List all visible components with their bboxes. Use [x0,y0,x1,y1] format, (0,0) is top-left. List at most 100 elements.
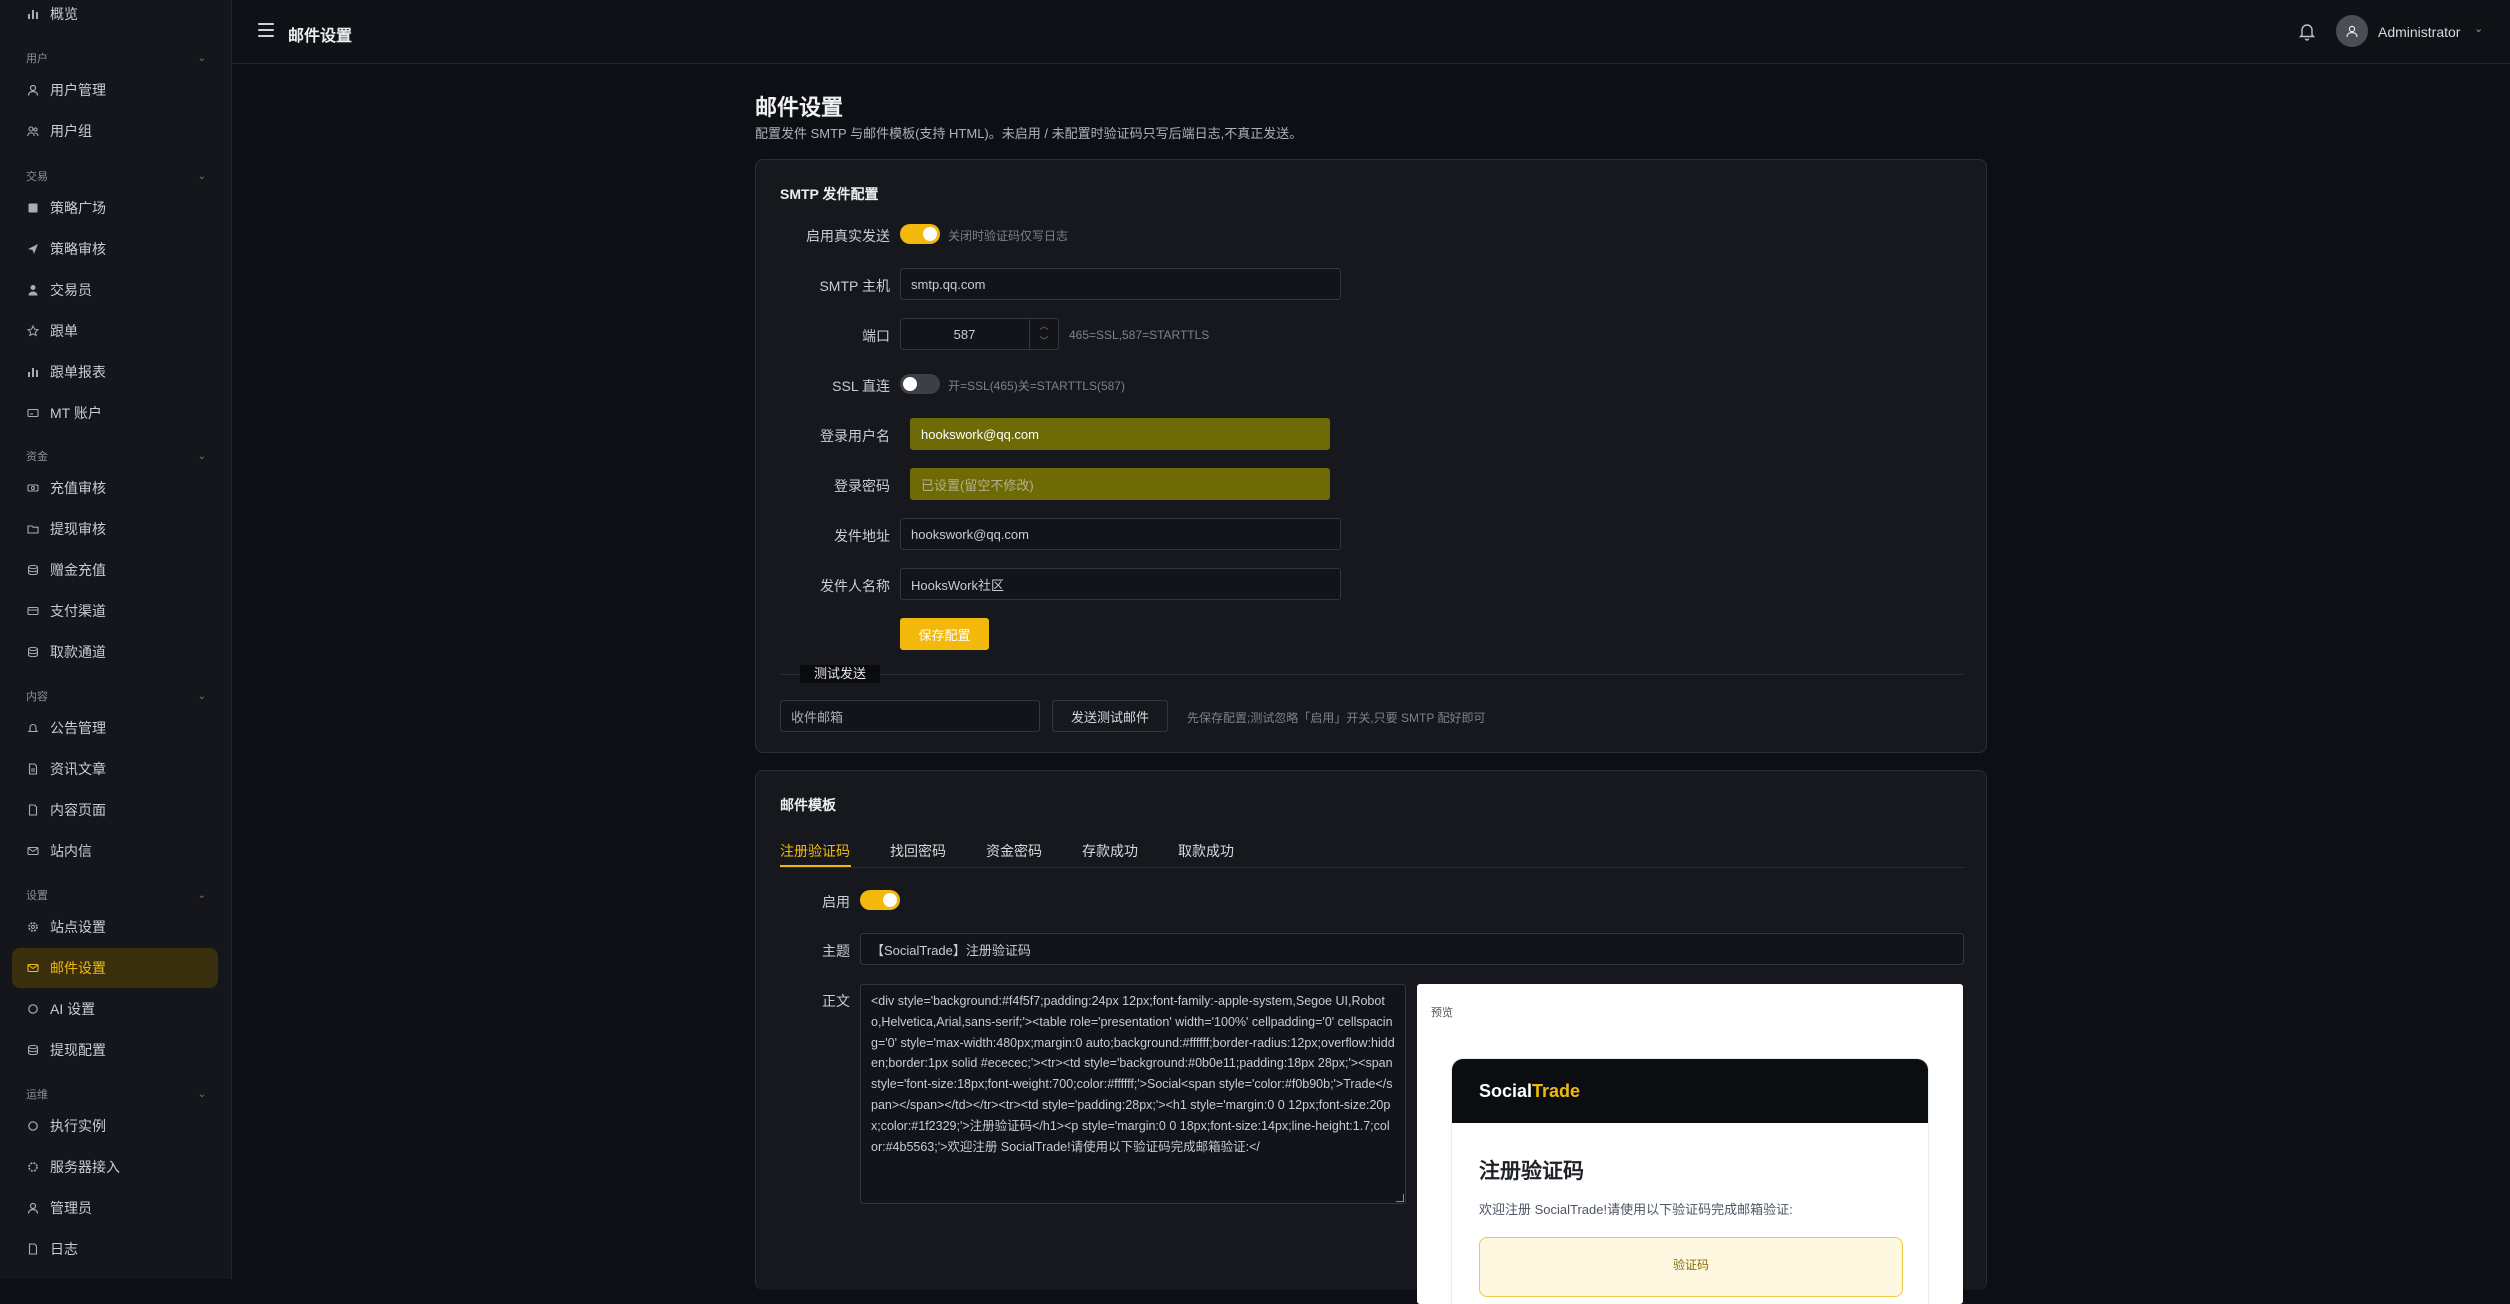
sidebar-item-label: 跟单 [50,323,78,339]
body-textarea[interactable]: <div style='background:#f4f5f7;padding:2… [860,984,1406,1204]
send-test-email-button[interactable]: 发送测试邮件 [1052,700,1168,732]
sidebar-item-withdraw-config[interactable]: 提现配置 [12,1030,218,1070]
from-label: 发件地址 [834,528,890,544]
card-icon [26,406,40,420]
sidebar-item-label: 管理员 [50,1200,92,1216]
test-send-divider-label: 测试发送 [800,665,881,683]
sidebar-item-label: 提现审核 [50,521,106,537]
sidebar-item-label: 邮件设置 [50,960,106,976]
avatar[interactable] [2336,15,2368,47]
sidebar-item-server-access[interactable]: 服务器接入 [12,1147,218,1187]
sidebar-group-ops[interactable]: 运维 ⌄ [26,1086,206,1102]
username-input[interactable]: hookswork@qq.com [910,418,1330,450]
resize-handle-icon[interactable] [1396,1194,1404,1202]
sidebar-group-label: 用户 [26,53,48,65]
preview-text: 欢迎注册 SocialTrade!请使用以下验证码完成邮箱验证: [1479,1202,1793,1217]
sidebar-item-inbox[interactable]: 站内信 [12,831,218,871]
sidebar-item-user-groups[interactable]: 用户组 [12,111,218,151]
ssl-toggle[interactable] [900,374,940,394]
smtp-host-input[interactable]: smtp.qq.com [900,268,1341,300]
sidebar-item-label: 公告管理 [50,720,106,736]
port-label: 端口 [862,328,890,344]
subject-input[interactable]: 【SocialTrade】注册验证码 [860,933,1964,965]
chevron-down-icon: ⌄ [197,52,206,64]
sidebar-item-overview[interactable]: 概览 [12,0,218,34]
sidebar-item-strategy-review[interactable]: 策略审核 [12,229,218,269]
gear-icon [26,920,40,934]
port-stepper[interactable]: ︿ ﹀ [1029,319,1058,349]
star-icon [26,324,40,338]
tab-fund-password[interactable]: 资金密码 [986,841,1042,861]
sidebar-item-label: 用户管理 [50,82,106,98]
circle-icon [26,1002,40,1016]
page-title: 邮件设置 [755,95,844,120]
sidebar-group-settings[interactable]: 设置 ⌄ [26,887,206,903]
port-hint: 465=SSL,587=STARTTLS [1069,328,1210,342]
template-card: 邮件模板 注册验证码 找回密码 资金密码 存款成功 取款成功 启用 主题 【So… [755,770,1987,1304]
document-icon [26,762,40,776]
sidebar-item-withdraw-channels[interactable]: 取款通道 [12,632,218,672]
sidebar-item-logs[interactable]: 日志 [12,1229,218,1269]
sidebar-item-admins[interactable]: 管理员 [12,1188,218,1228]
sidebar-item-bonus-deposit[interactable]: 赠金充值 [12,550,218,590]
chevron-down-icon: ⌄ [197,690,206,702]
tab-deposit-success[interactable]: 存款成功 [1082,841,1138,861]
smtp-card-title: SMTP 发件配置 [780,186,879,202]
sidebar-item-label: 支付渠道 [50,603,106,619]
sidebar-item-instances[interactable]: 执行实例 [12,1106,218,1146]
sidebar-item-traders[interactable]: 交易员 [12,270,218,310]
tab-withdraw-success[interactable]: 取款成功 [1178,841,1234,861]
chevron-down-icon[interactable]: ⌄ [2474,22,2483,35]
sidebar-item-announcements[interactable]: 公告管理 [12,708,218,748]
from-address-input[interactable]: hookswork@qq.com [900,518,1341,550]
preview-heading: 注册验证码 [1479,1160,1584,1183]
sidebar-item-payment-channels[interactable]: 支付渠道 [12,591,218,631]
menu-icon[interactable] [258,23,274,37]
top-bar: 邮件设置 Administrator ⌄ [232,0,2510,64]
tab-reset-password[interactable]: 找回密码 [890,841,946,861]
sidebar-group-funds[interactable]: 资金 ⌄ [26,448,206,464]
sidebar-item-copy-report[interactable]: 跟单报表 [12,352,218,392]
enable-send-toggle[interactable] [900,224,940,244]
chevron-down-icon[interactable]: ﹀ [1030,334,1058,349]
divider [780,674,1964,675]
sidebar-item-label: 策略审核 [50,241,106,257]
sidebar-group-users[interactable]: 用户 ⌄ [26,50,206,66]
user-name[interactable]: Administrator [2378,24,2460,40]
sender-name-input[interactable]: HooksWork社区 [900,568,1341,600]
preview-code-box: 验证码 [1479,1237,1903,1297]
sidebar-item-articles[interactable]: 资讯文章 [12,749,218,789]
sidebar-item-site-settings[interactable]: 站点设置 [12,907,218,947]
sidebar-group-trading[interactable]: 交易 ⌄ [26,168,206,184]
preview-label: 预览 [1431,1007,1453,1019]
sidebar-item-label: 提现配置 [50,1042,106,1058]
send-icon [26,242,40,256]
recipient-email-input[interactable]: 收件邮箱 [780,700,1040,732]
circle-icon [26,1119,40,1133]
user-icon [2346,25,2358,38]
sidebar-item-ai-settings[interactable]: AI 设置 [12,989,218,1029]
sidebar-item-user-management[interactable]: 用户管理 [12,70,218,110]
sidebar-item-strategy-plaza[interactable]: 策略广场 [12,188,218,228]
chevron-up-icon[interactable]: ︿ [1030,319,1058,334]
sidebar-item-label: MT 账户 [50,405,102,421]
sidebar-item-label: 站点设置 [50,919,106,935]
tab-register-code[interactable]: 注册验证码 [780,841,850,861]
host-label: SMTP 主机 [819,278,890,294]
sidebar-item-mail-settings[interactable]: 邮件设置 [12,948,218,988]
sidebar-item-deposit-review[interactable]: 充值审核 [12,468,218,508]
sidebar-item-withdraw-review[interactable]: 提现审核 [12,509,218,549]
sidebar-item-mt-accounts[interactable]: MT 账户 [12,393,218,433]
sidebar-group-content[interactable]: 内容 ⌄ [26,688,206,704]
gear-icon [26,1160,40,1174]
bell-icon[interactable] [2298,21,2316,41]
preview-brand-part-a: Social [1479,1081,1533,1101]
database-icon [26,563,40,577]
save-config-button[interactable]: 保存配置 [900,618,989,650]
sidebar-item-label: 取款通道 [50,644,106,660]
sidebar-item-copy-trading[interactable]: 跟单 [12,311,218,351]
sidebar-item-content-pages[interactable]: 内容页面 [12,790,218,830]
template-enabled-toggle[interactable] [860,890,900,910]
password-input[interactable]: 已设置(留空不修改) [910,468,1330,500]
folder-icon [26,522,40,536]
